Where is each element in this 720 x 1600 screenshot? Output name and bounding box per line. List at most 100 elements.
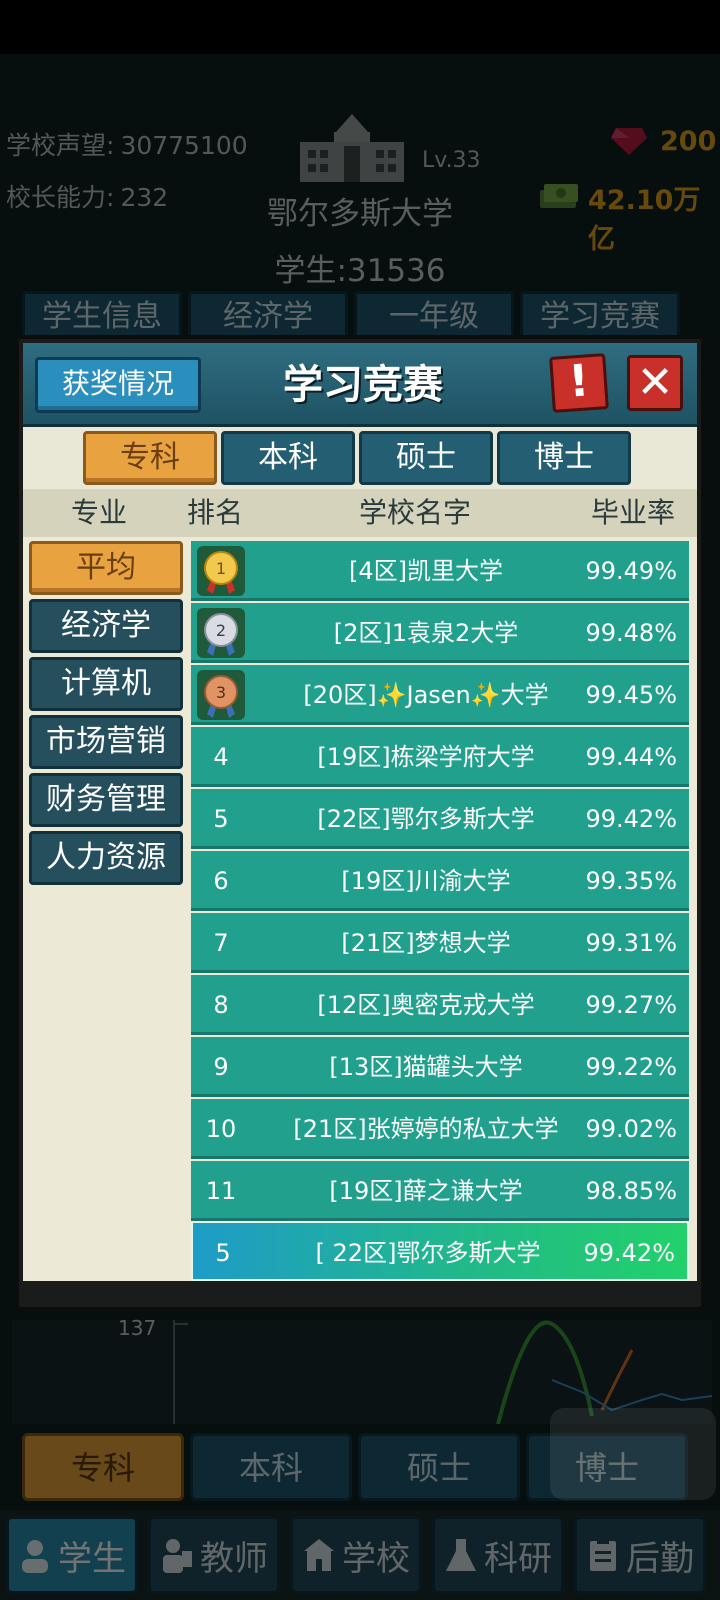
row-school: [19区]薛之谦大学 — [329, 1177, 523, 1205]
table-row[interactable]: 11 [19区]薛之谦大学 98.85% — [191, 1161, 689, 1221]
ranking-body: 平均 经济学 计算机 市场营销 财务管理 人力资源 1 [4区]凯里大学 99.… — [23, 537, 697, 1281]
nav-students-label: 学生 — [58, 1538, 126, 1579]
prestige-stat: 学校声望: 30775100 — [6, 126, 248, 162]
medal-rank-3: 3 — [216, 683, 226, 702]
students-label: 学生: — [274, 253, 347, 289]
my-rate: 99.42% — [583, 1239, 675, 1267]
row-school: [21区]张婷婷的私立大学 — [293, 1115, 559, 1143]
major-hr[interactable]: 人力资源 — [29, 831, 183, 885]
row-rank: 7 — [213, 929, 229, 957]
row-rate: 99.45% — [585, 681, 677, 709]
nav-logistics-label: 后勤 — [626, 1538, 694, 1579]
flask-icon — [446, 1539, 476, 1571]
table-row[interactable]: 9 [13区]猫罐头大学 99.22% — [191, 1037, 689, 1097]
student-icon — [22, 1540, 48, 1573]
col-major: 专业 — [71, 496, 128, 529]
close-button[interactable]: ✕ — [627, 355, 683, 411]
nav-teachers-label: 教师 — [200, 1538, 268, 1579]
school-level: Lv.33 — [422, 148, 481, 173]
row-rate: 99.02% — [585, 1115, 677, 1143]
gem-icon — [611, 128, 647, 155]
table-row[interactable]: 4 [19区]栋梁学府大学 99.44% — [191, 727, 689, 787]
nav-logistics[interactable]: 后勤 — [574, 1516, 706, 1594]
col-rate: 毕业率 — [591, 496, 676, 529]
modal-header: 获奖情况 学习竞赛 ! ✕ — [23, 343, 697, 427]
chart-axis-label: 137 — [118, 1316, 157, 1340]
row-school: [13区]猫罐头大学 — [329, 1053, 523, 1081]
major-average[interactable]: 平均 — [29, 541, 183, 595]
table-row[interactable]: 2 [2区]1袁泉2大学 99.48% — [191, 603, 689, 663]
nav-teachers[interactable]: 教师 — [148, 1516, 280, 1594]
prestige-value: 30775100 — [120, 131, 248, 160]
teacher-icon — [163, 1539, 192, 1573]
gold-medal-icon: 1 — [197, 546, 245, 596]
gem-count: 200 — [660, 126, 717, 157]
row-school: [4区]凯里大学 — [349, 557, 503, 585]
medal-rank-1: 1 — [216, 559, 226, 578]
cash-amount: 42.10万亿 — [588, 185, 701, 255]
alert-button[interactable]: ! — [549, 353, 609, 413]
table-row[interactable]: 6 [19区]川渝大学 99.35% — [191, 851, 689, 911]
major-economics[interactable]: 经济学 — [29, 599, 183, 653]
my-school: [ 22区]鄂尔多斯大学 — [315, 1239, 541, 1267]
table-row[interactable]: 5 [22区]鄂尔多斯大学 99.42% — [191, 789, 689, 849]
competition-modal: 获奖情况 学习竞赛 ! ✕ 专科 本科 硕士 博士 专业 排名 学校名字 毕业率… — [15, 335, 705, 1311]
nav-students[interactable]: 学生 — [6, 1516, 138, 1594]
row-rate: 99.49% — [585, 557, 677, 585]
nav-school[interactable]: 学校 — [290, 1516, 422, 1594]
row-rank: 4 — [213, 743, 229, 771]
row-rate: 99.48% — [585, 619, 677, 647]
nav-research[interactable]: 科研 — [432, 1516, 564, 1594]
modal-title: 学习竞赛 — [283, 362, 443, 408]
row-rank: 11 — [205, 1177, 237, 1205]
row-rank: 6 — [213, 867, 229, 895]
cash-icon — [540, 184, 578, 208]
major-computer[interactable]: 计算机 — [29, 657, 183, 711]
tab-benke[interactable]: 本科 — [221, 431, 355, 485]
row-rate: 99.35% — [585, 867, 677, 895]
table-row[interactable]: 8 [12区]奥密克戎大学 99.27% — [191, 975, 689, 1035]
students-value: 31536 — [346, 253, 446, 289]
column-headers: 专业 排名 学校名字 毕业率 — [23, 489, 697, 537]
tab-boshi[interactable]: 博士 — [497, 431, 631, 485]
major-finance[interactable]: 财务管理 — [29, 773, 183, 827]
nav-school-label: 学校 — [342, 1538, 410, 1579]
row-school: [21区]梦想大学 — [341, 929, 511, 957]
table-row[interactable]: 3 [20区]✨Jasen✨大学 99.45% — [191, 665, 689, 725]
level-tabs: 专科 本科 硕士 博士 — [23, 427, 697, 489]
my-school-row[interactable]: 5 [ 22区]鄂尔多斯大学 99.42% — [191, 1221, 689, 1281]
col-rank: 排名 — [187, 496, 244, 529]
row-rate: 99.22% — [585, 1053, 677, 1081]
row-rate: 98.85% — [585, 1177, 677, 1205]
tab-shuoshi[interactable]: 硕士 — [359, 431, 493, 485]
table-row[interactable]: 10 [21区]张婷婷的私立大学 99.02% — [191, 1099, 689, 1159]
status-bar — [0, 0, 720, 54]
row-rate: 99.44% — [585, 743, 677, 771]
school-building-icon — [300, 114, 404, 182]
row-rank: 8 — [213, 991, 229, 1019]
major-marketing[interactable]: 市场营销 — [29, 715, 183, 769]
bg-level-tab-benke[interactable]: 本科 — [190, 1433, 352, 1501]
awards-button[interactable]: 获奖情况 — [35, 357, 201, 413]
row-school: [12区]奥密克戎大学 — [317, 991, 535, 1019]
bronze-medal-icon: 3 — [197, 670, 245, 720]
row-rank: 9 — [213, 1053, 229, 1081]
bg-level-tab-shuoshi[interactable]: 硕士 — [358, 1433, 520, 1501]
row-rate: 99.42% — [585, 805, 677, 833]
prestige-label: 学校声望: — [6, 131, 115, 160]
bg-level-tab-zhuanke[interactable]: 专科 — [22, 1433, 184, 1501]
silver-medal-icon: 2 — [197, 608, 245, 658]
tab-zhuanke[interactable]: 专科 — [83, 431, 217, 485]
clipboard-icon — [590, 1538, 616, 1571]
row-rank: 10 — [205, 1115, 237, 1143]
row-school: [22区]鄂尔多斯大学 — [317, 805, 535, 833]
col-school: 学校名字 — [359, 496, 472, 529]
floating-widget[interactable] — [550, 1408, 716, 1500]
row-school: [2区]1袁泉2大学 — [333, 619, 519, 647]
row-rate: 99.31% — [585, 929, 677, 957]
table-row[interactable]: 1 [4区]凯里大学 99.49% — [191, 541, 689, 601]
school-icon — [304, 1539, 334, 1571]
row-school: [20区]✨Jasen✨大学 — [303, 681, 549, 709]
table-row[interactable]: 7 [21区]梦想大学 99.31% — [191, 913, 689, 973]
row-rate: 99.27% — [585, 991, 677, 1019]
